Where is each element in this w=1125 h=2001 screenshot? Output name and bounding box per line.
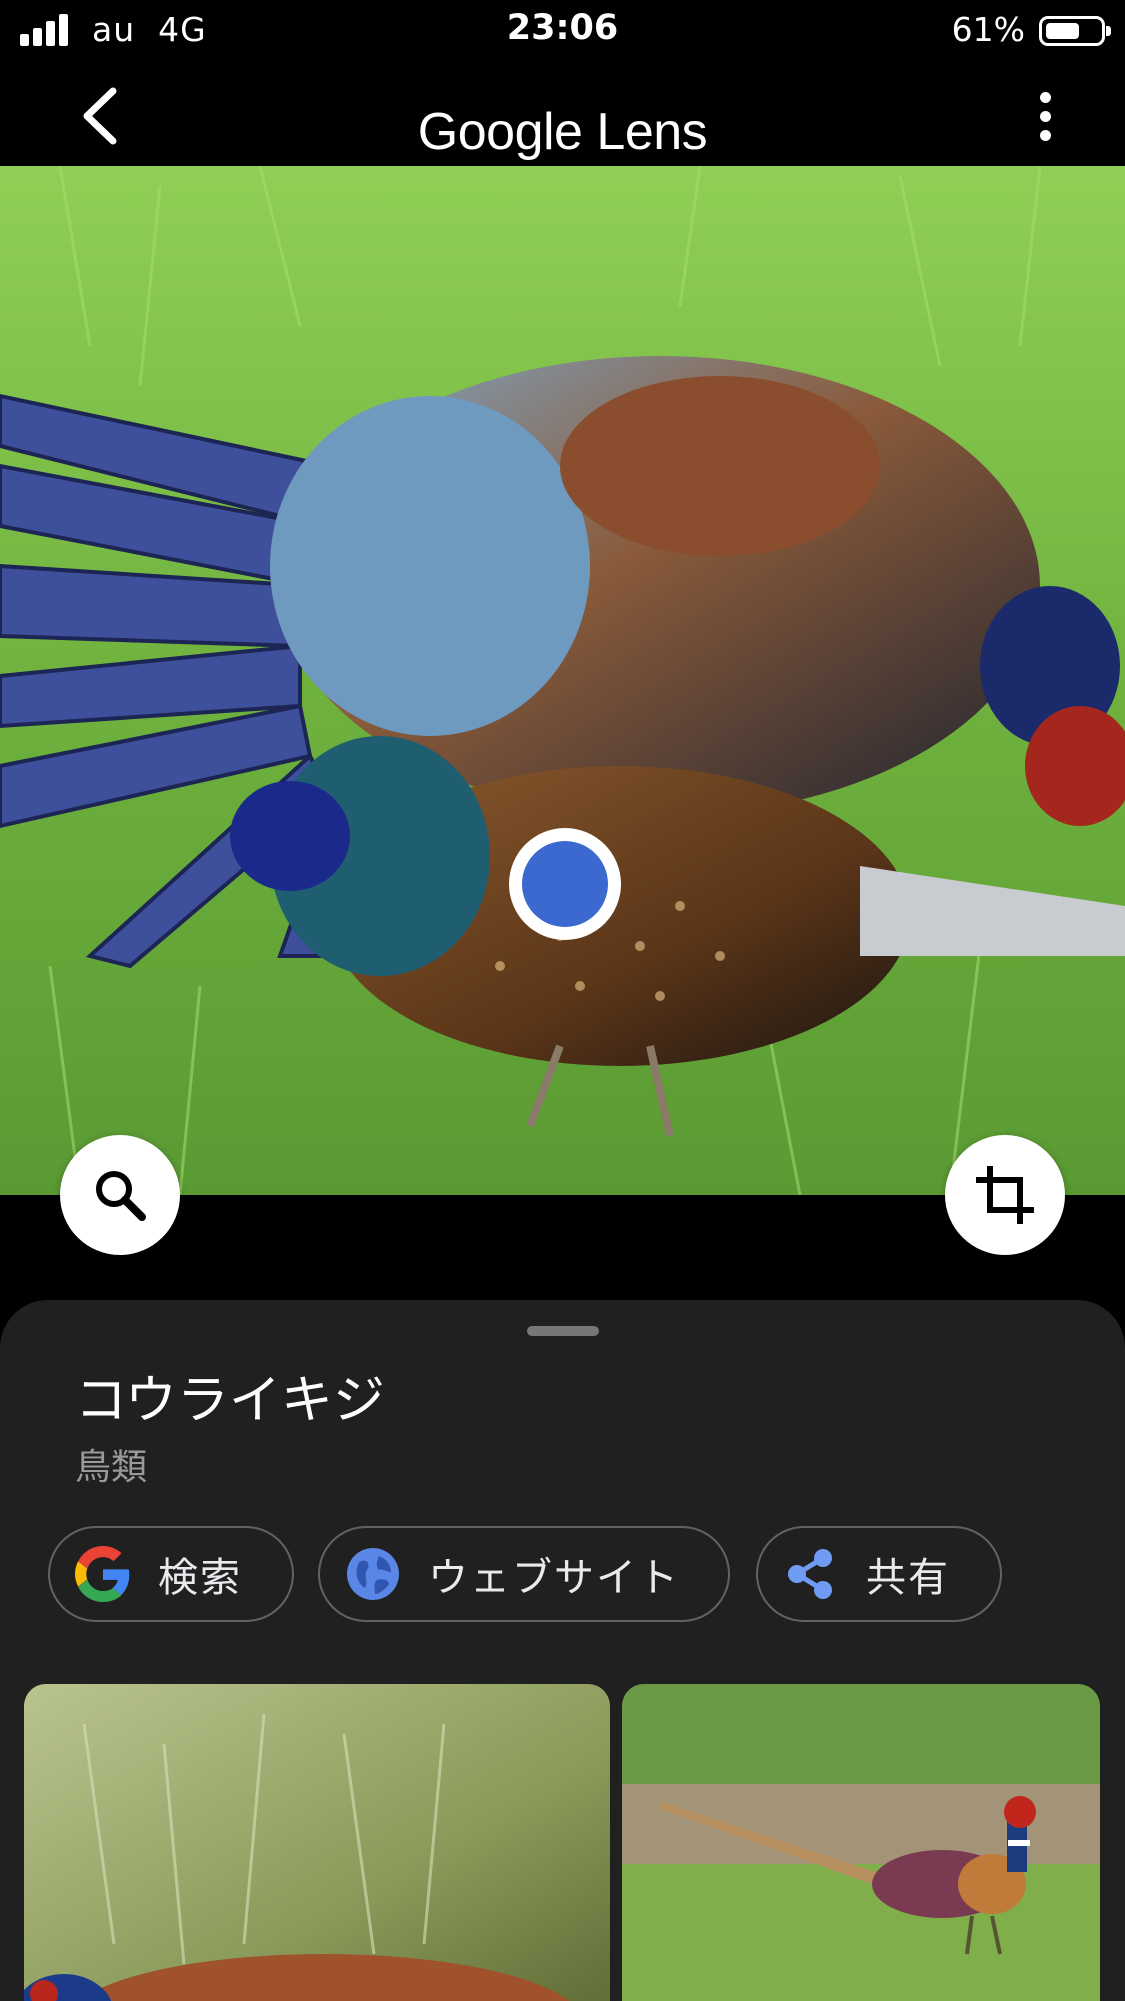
website-chip[interactable]: ウェブサイト	[318, 1526, 730, 1622]
website-chip-label: ウェブサイト	[428, 1555, 680, 1601]
crop-button[interactable]	[945, 1135, 1065, 1255]
pheasant-thumbnail-1	[24, 1684, 610, 2001]
google-g-icon	[74, 1545, 132, 1603]
share-chip-label: 共有	[866, 1555, 950, 1601]
share-icon	[782, 1545, 840, 1603]
sheet-drag-handle[interactable]	[527, 1326, 599, 1336]
focus-point[interactable]	[509, 828, 621, 940]
magnifier-icon	[96, 1171, 146, 1221]
battery-fill	[1046, 23, 1079, 39]
app-header: Google Lens	[0, 62, 1125, 166]
analyzed-photo[interactable]	[0, 166, 1125, 1195]
globe-icon	[344, 1545, 402, 1603]
result-category: 鳥類	[75, 1447, 148, 1488]
result-thumbnail[interactable]	[622, 1684, 1100, 2001]
more-vertical-icon	[1039, 91, 1051, 103]
more-options-button[interactable]	[1005, 76, 1085, 156]
pheasant-photo	[0, 166, 1125, 1195]
results-sheet[interactable]: コウライキジ 鳥類 検索 ウェブサイト 共有	[0, 1300, 1125, 2001]
search-chip-label: 検索	[158, 1555, 242, 1601]
result-thumbnail[interactable]	[24, 1684, 610, 2001]
result-title: コウライキジ	[75, 1371, 385, 1431]
search-chip[interactable]: 検索	[48, 1526, 294, 1622]
status-bar: au 4G 23:06 61%	[0, 0, 1125, 62]
share-chip[interactable]: 共有	[756, 1526, 1002, 1622]
page-title: Google Lens	[417, 103, 708, 161]
pheasant-thumbnail-2	[622, 1684, 1100, 2001]
search-button[interactable]	[60, 1135, 180, 1255]
battery-percent: 61%	[951, 10, 1025, 49]
crop-icon	[976, 1166, 1034, 1224]
battery-icon	[1039, 16, 1111, 46]
